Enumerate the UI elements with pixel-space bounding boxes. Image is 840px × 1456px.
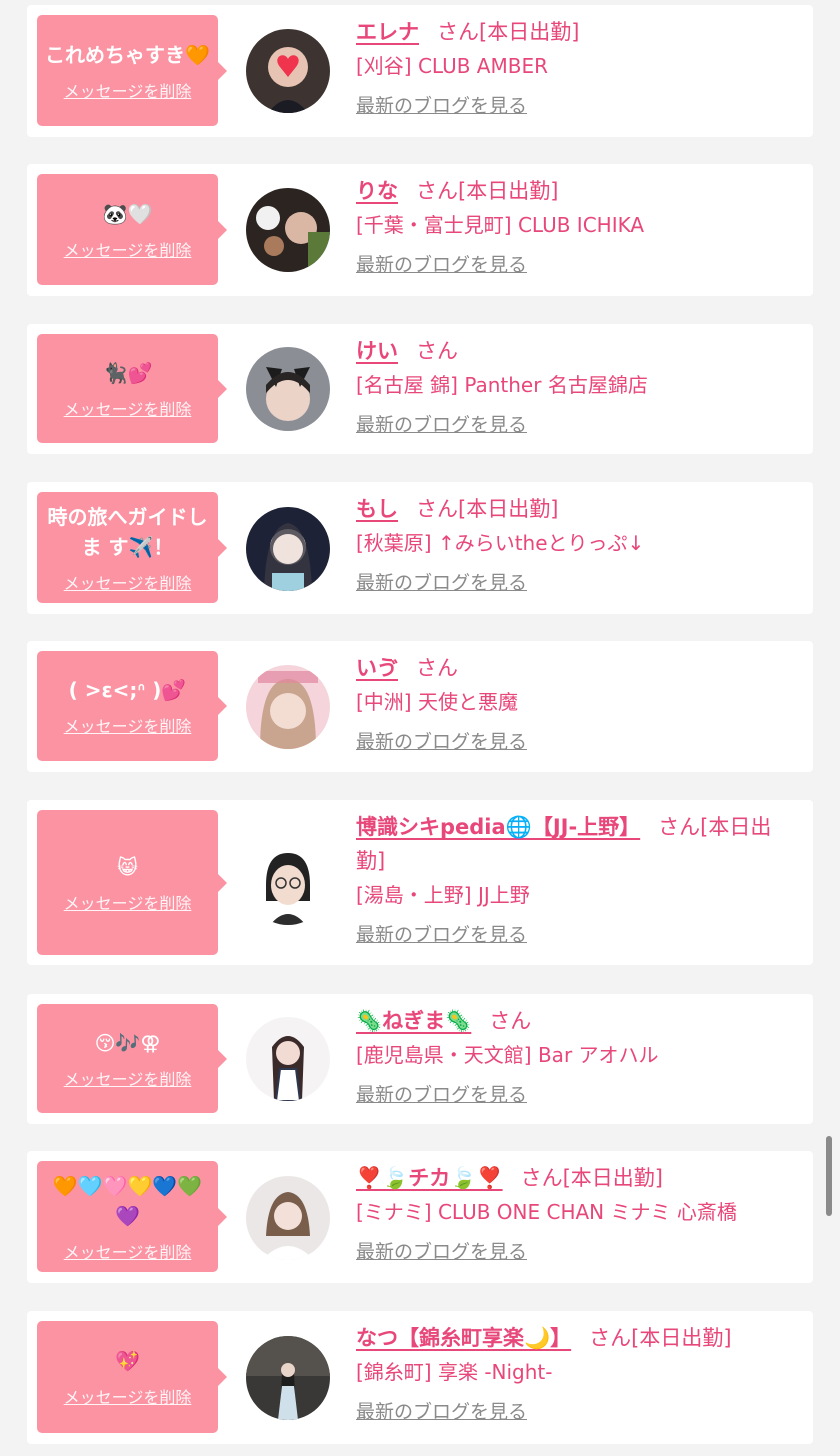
shop-name: [中洲] 天使と悪魔	[356, 690, 518, 714]
honorific-status: さん[本日出勤]	[416, 497, 559, 521]
shop-name: [湯島・上野] JJ上野	[356, 883, 530, 907]
message-text: 💖	[115, 1349, 140, 1373]
honorific-status: さん[本日出勤]	[416, 179, 559, 203]
view-blog-link[interactable]: 最新のブログを見る	[356, 1397, 527, 1427]
message-card: 🧡🩵🩷💛💙💚💜 メッセージを削除 ❣️🍃チカ🍃❣️ さん[本日出勤] [ミナミ] …	[27, 1151, 813, 1283]
delete-message-link[interactable]: メッセージを削除	[64, 713, 192, 737]
honorific-status: さん[本日出勤]	[520, 1166, 663, 1190]
shop-name: [錦糸町] 享楽 -Night-	[356, 1360, 553, 1384]
delete-message-link[interactable]: メッセージを削除	[64, 1239, 192, 1263]
message-card: 😸 メッセージを削除 博識シキpedia🌐【JJ-上野】 さん[本日出勤] [湯島…	[27, 800, 813, 965]
honorific-status: さん	[416, 656, 458, 680]
message-text: ( >ε<;ᐢ )💕	[68, 678, 187, 702]
message-card: 🐼🤍 メッセージを削除 りな さん[本日出勤] [千葉・富士見町] CLUB IC…	[27, 164, 813, 296]
delete-message-link[interactable]: メッセージを削除	[64, 890, 192, 914]
cast-name-link[interactable]: ❣️🍃チカ🍃❣️	[356, 1166, 521, 1190]
cast-name-link[interactable]: もし	[356, 497, 416, 521]
honorific-status: さん[本日出勤]	[437, 20, 580, 44]
view-blog-link[interactable]: 最新のブログを見る	[356, 727, 527, 757]
scrollbar[interactable]	[826, 1136, 832, 1216]
message-bubble: 😚🎶⚢ メッセージを削除	[37, 1004, 227, 1113]
message-bubble: 💖 メッセージを削除	[37, 1321, 227, 1433]
cast-name-link[interactable]: 🦠ねぎま🦠	[356, 1009, 489, 1033]
avatar[interactable]	[246, 1017, 330, 1101]
delete-message-link[interactable]: メッセージを削除	[64, 396, 192, 420]
cast-name-link[interactable]: なつ【錦糸町享楽🌙】	[356, 1326, 589, 1350]
view-blog-link[interactable]: 最新のブログを見る	[356, 1237, 527, 1267]
avatar[interactable]	[246, 1176, 330, 1260]
message-card: 🐈‍⬛💕 メッセージを削除 けい さん [名古屋 錦] Panther 名古屋錦店…	[27, 324, 813, 454]
view-blog-link[interactable]: 最新のブログを見る	[356, 568, 527, 598]
message-bubble: 🧡🩵🩷💛💙💚💜 メッセージを削除	[37, 1161, 227, 1272]
message-text: 😸	[117, 854, 138, 879]
avatar[interactable]	[246, 665, 330, 749]
message-bubble: 🐼🤍 メッセージを削除	[37, 174, 227, 285]
honorific-status: さん[本日出勤]	[589, 1326, 732, 1350]
honorific-status: さん	[489, 1009, 532, 1033]
shop-name: [ミナミ] CLUB ONE CHAN ミナミ 心斎橋	[356, 1200, 737, 1224]
shop-name: [千葉・富士見町] CLUB ICHIKA	[356, 213, 645, 237]
cast-name-link[interactable]: いゔ	[356, 656, 416, 680]
message-bubble: 😸 メッセージを削除	[37, 810, 227, 955]
message-text: 😚🎶⚢	[94, 1030, 161, 1055]
shop-name: [刈谷] CLUB AMBER	[356, 54, 548, 78]
avatar[interactable]	[246, 29, 330, 113]
avatar[interactable]	[246, 188, 330, 272]
shop-name: [名古屋 錦] Panther 名古屋錦店	[356, 373, 648, 397]
message-card: 😚🎶⚢ メッセージを削除 🦠ねぎま🦠 さん [鹿児島県・天文館] Bar アオハル…	[27, 994, 813, 1124]
message-card: 時の旅へガイドしま す✈️！ メッセージを削除 もし さん[本日出勤] [秋葉原]…	[27, 482, 813, 614]
shop-name: [秋葉原] ↑みらいtheとりっぷ↓	[356, 531, 645, 555]
cast-name-link[interactable]: りな	[356, 179, 416, 203]
delete-message-link[interactable]: メッセージを削除	[64, 1066, 192, 1090]
message-bubble: ( >ε<;ᐢ )💕 メッセージを削除	[37, 651, 227, 761]
message-card: これめちゃすき🧡 メッセージを削除 エレナ さん[本日出勤] [刈谷] CLUB …	[27, 5, 813, 137]
avatar[interactable]	[246, 347, 330, 431]
avatar[interactable]	[246, 1336, 330, 1420]
view-blog-link[interactable]: 最新のブログを見る	[356, 91, 527, 121]
cast-name-link[interactable]: エレナ	[356, 20, 437, 44]
view-blog-link[interactable]: 最新のブログを見る	[356, 920, 527, 950]
view-blog-link[interactable]: 最新のブログを見る	[356, 1080, 527, 1110]
honorific-status: さん	[416, 339, 458, 363]
message-text: 時の旅へガイドしま す✈️！	[47, 504, 208, 559]
message-text: 🐼🤍	[102, 201, 153, 226]
message-bubble: 🐈‍⬛💕 メッセージを削除	[37, 334, 227, 443]
avatar[interactable]	[246, 841, 330, 925]
message-text: 🐈‍⬛💕	[102, 360, 153, 385]
avatar[interactable]	[246, 507, 330, 591]
shop-name: [鹿児島県・天文館] Bar アオハル	[356, 1043, 659, 1067]
message-card: 💖 メッセージを削除 なつ【錦糸町享楽🌙】 さん[本日出勤] [錦糸町] 享楽 -…	[27, 1311, 813, 1444]
cast-name-link[interactable]: けい	[356, 339, 416, 363]
delete-message-link[interactable]: メッセージを削除	[64, 570, 192, 594]
view-blog-link[interactable]: 最新のブログを見る	[356, 250, 527, 280]
message-bubble: 時の旅へガイドしま す✈️！ メッセージを削除	[37, 492, 227, 603]
message-card: ( >ε<;ᐢ )💕 メッセージを削除 いゔ さん [中洲] 天使と悪魔 最新のブ…	[27, 641, 813, 772]
message-list: これめちゃすき🧡 メッセージを削除 エレナ さん[本日出勤] [刈谷] CLUB …	[0, 0, 840, 1456]
cast-name-link[interactable]: 博識シキpedia🌐【JJ-上野】	[356, 815, 658, 839]
message-bubble: これめちゃすき🧡 メッセージを削除	[37, 15, 227, 126]
view-blog-link[interactable]: 最新のブログを見る	[356, 410, 527, 440]
delete-message-link[interactable]: メッセージを削除	[64, 78, 192, 102]
message-text: 🧡🩵🩷💛💙💚💜	[52, 1173, 203, 1228]
delete-message-link[interactable]: メッセージを削除	[64, 1384, 192, 1408]
message-text: これめちゃすき🧡	[45, 42, 210, 67]
delete-message-link[interactable]: メッセージを削除	[64, 237, 192, 261]
